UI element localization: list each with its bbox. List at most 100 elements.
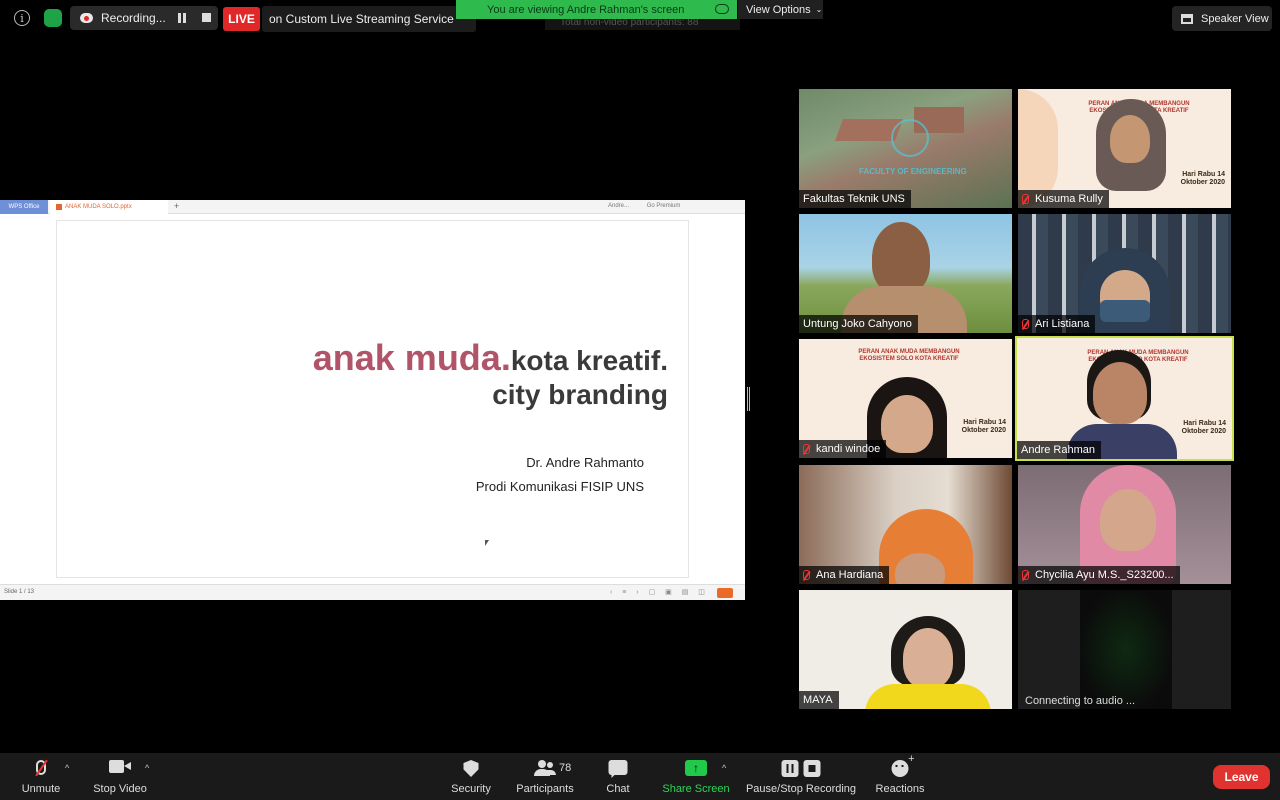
participant-tile[interactable]: Connecting to audio ... xyxy=(1018,590,1231,709)
participants-label: Participants xyxy=(516,783,574,795)
shared-screen[interactable]: WPS Office ANAK MUDA SOLO.pptx + Andre..… xyxy=(0,200,745,600)
cloud-icon xyxy=(715,4,729,14)
poster-title: PERAN ANAK MUDA MEMBANGUN EKOSISTEM SOLO… xyxy=(858,349,960,362)
participant-tile[interactable]: PERAN ANAK MUDA MEMBANGUN EKOSISTEM SOLO… xyxy=(1018,89,1231,208)
muted-mic-icon xyxy=(803,570,810,580)
share-screen-arrow-icon: ↑ xyxy=(685,760,707,776)
participants-button[interactable]: 78 Participants xyxy=(512,753,578,800)
meeting-toolbar: Unmute ^ Stop Video ^ Security 78 Partic… xyxy=(0,753,1280,800)
pause-stop-recording-label: Pause/Stop Recording xyxy=(745,783,857,795)
stop-video-button[interactable]: Stop Video xyxy=(90,753,150,800)
participant-name-text: Kusuma Rully xyxy=(1035,193,1103,205)
muted-microphone-icon xyxy=(36,760,46,775)
video-options-caret-icon[interactable]: ^ xyxy=(145,763,149,773)
reactions-label: Reactions xyxy=(875,783,925,795)
participant-face xyxy=(903,628,953,688)
face-mask xyxy=(1100,300,1150,322)
pause-stop-icons xyxy=(781,760,821,777)
view-options-button[interactable]: View Options ⌄ xyxy=(738,0,823,19)
meeting-top-bar: i Recording... LIVE on Custom Live Strea… xyxy=(0,0,1280,36)
info-icon[interactable]: i xyxy=(14,10,30,26)
slide-title: anak muda.kota kreatif. xyxy=(313,337,668,379)
share-options-caret-icon[interactable]: ^ xyxy=(722,763,726,773)
participant-tile[interactable]: MAYA xyxy=(799,590,1012,709)
poster-date: Hari Rabu 14 Oktober 2020 xyxy=(1180,171,1225,186)
pause-icon xyxy=(781,760,799,777)
participant-name: MAYA xyxy=(799,691,839,709)
security-button[interactable]: Security xyxy=(447,753,495,800)
participant-name-text: Chycilia Ayu M.S._S23200... xyxy=(1035,569,1174,581)
panel-splitter[interactable] xyxy=(747,387,750,411)
pause-stop-recording-button[interactable]: Pause/Stop Recording xyxy=(743,753,859,800)
participant-name-text: Ari Listiana xyxy=(1035,318,1090,330)
participant-face xyxy=(881,395,933,453)
participant-tile[interactable]: Ari Listiana xyxy=(1018,214,1231,333)
stop-icon xyxy=(803,760,821,777)
participant-tile[interactable]: FACULTY OF ENGINEERING Fakultas Teknik U… xyxy=(799,89,1012,208)
new-tab-icon: + xyxy=(174,201,180,211)
participant-tile[interactable]: PERAN ANAK MUDA MEMBANGUN EKOSISTEM SOLO… xyxy=(799,339,1012,458)
viewing-banner-text: You are viewing Andre Rahman's screen xyxy=(487,3,685,16)
participant-tile[interactable]: Ana Hardiana xyxy=(799,465,1012,584)
video-camera-icon xyxy=(109,760,131,773)
muted-mic-icon xyxy=(803,444,810,454)
participant-name-text: kandi windoe xyxy=(816,443,881,455)
wps-office-tab: WPS Office xyxy=(0,200,48,214)
participant-name: kandi windoe xyxy=(799,440,887,458)
share-screen-button[interactable]: ↑ Share Screen xyxy=(660,753,732,800)
shield-icon xyxy=(463,760,479,777)
chat-button[interactable]: Chat xyxy=(600,753,636,800)
slide-subtitle: city branding xyxy=(492,379,668,410)
poster-date: Hari Rabu 14 Oktober 2020 xyxy=(961,419,1006,434)
participant-name: Ana Hardiana xyxy=(799,566,890,584)
share-screen-label: Share Screen xyxy=(662,783,730,795)
stop-recording-icon[interactable] xyxy=(202,13,211,22)
participants-icon xyxy=(533,760,555,776)
slide-navigation-icons: ‹ ≡ › ▢ ▣ ▤ ◫ xyxy=(610,589,709,596)
mouse-cursor-icon xyxy=(485,540,489,546)
wps-right-controls: Andre... Go Premium xyxy=(588,203,680,209)
participant-name: Andre Rahman xyxy=(1017,441,1101,459)
participant-face xyxy=(1093,362,1147,424)
participant-shirt xyxy=(865,684,991,709)
slide-area: anak muda.kota kreatif. city branding Dr… xyxy=(0,214,745,584)
recording-indicator: Recording... xyxy=(70,6,218,30)
campus-overlay-text: FACULTY OF ENGINEERING xyxy=(859,167,967,176)
reactions-button[interactable]: Reactions xyxy=(874,753,926,800)
slide-title-pink: anak muda. xyxy=(312,337,511,378)
encryption-shield-icon[interactable] xyxy=(44,9,62,27)
participant-face xyxy=(872,222,930,294)
wps-file-tab: ANAK MUDA SOLO.pptx xyxy=(50,200,168,214)
security-label: Security xyxy=(451,783,491,795)
campus-logo-overlay xyxy=(891,119,929,157)
wps-premium-label: Go Premium xyxy=(646,203,681,209)
unmute-label: Unmute xyxy=(21,783,61,795)
view-options-label: View Options xyxy=(746,3,811,16)
cloud-recording-icon xyxy=(80,13,93,23)
participant-tile[interactable]: Chycilia Ayu M.S._S23200... xyxy=(1018,465,1231,584)
participant-tile-active-speaker[interactable]: PERAN ANAK MUDA MEMBANGUN EKOSISTEM SOLO… xyxy=(1015,336,1234,461)
slide-title-dark: kota kreatif. xyxy=(510,345,668,376)
audio-options-caret-icon[interactable]: ^ xyxy=(65,763,69,773)
chat-label: Chat xyxy=(606,783,630,795)
slide-count: Slide 1 / 13 xyxy=(4,589,35,595)
presentation-file-icon xyxy=(56,204,62,210)
connecting-audio-label: Connecting to audio ... xyxy=(1025,695,1136,707)
chevron-down-icon: ⌄ xyxy=(815,5,823,14)
muted-mic-icon xyxy=(1022,194,1029,204)
live-service-label: on Custom Live Streaming Service xyxy=(262,6,476,32)
leave-button[interactable]: Leave xyxy=(1213,765,1270,789)
presentation-slide: anak muda.kota kreatif. city branding Dr… xyxy=(57,221,688,577)
live-badge[interactable]: LIVE xyxy=(223,7,260,31)
pause-recording-icon[interactable] xyxy=(178,13,186,23)
smiley-icon xyxy=(891,753,915,777)
unmute-button[interactable]: Unmute xyxy=(18,753,64,800)
recording-label: Recording... xyxy=(101,11,166,25)
participant-tile[interactable]: Untung Joko Cahyono xyxy=(799,214,1012,333)
participant-name: Ari Listiana xyxy=(1018,315,1096,333)
play-slideshow-icon xyxy=(717,588,733,598)
participant-name: Chycilia Ayu M.S._S23200... xyxy=(1018,566,1180,584)
speaker-view-button[interactable]: Speaker View xyxy=(1172,6,1272,31)
wps-file-tab-label: ANAK MUDA SOLO.pptx xyxy=(65,204,132,210)
chat-bubble-icon xyxy=(608,760,628,778)
